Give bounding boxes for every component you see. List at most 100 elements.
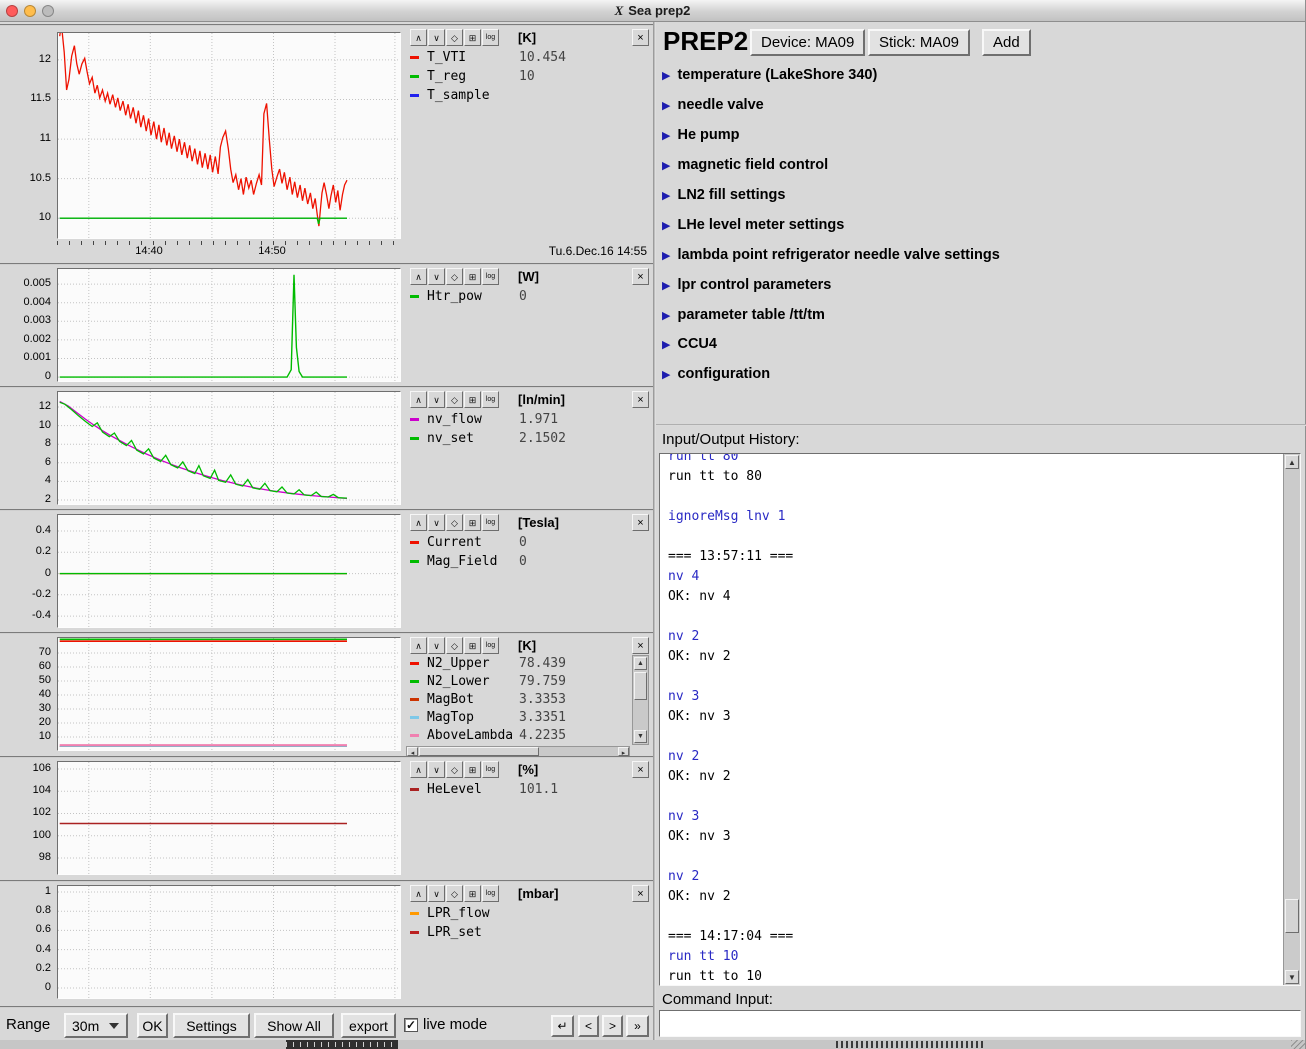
close-chart-button[interactable]: × xyxy=(632,514,649,531)
scroll-up-icon[interactable]: ▲ xyxy=(1285,455,1299,469)
tree-item-lambda-point[interactable]: ▶lambda point refrigerator needle valve … xyxy=(662,243,1000,267)
legend-item[interactable]: Current0 xyxy=(410,533,631,552)
legend-item[interactable]: T_reg10 xyxy=(410,67,631,86)
tree-item-he-pump[interactable]: ▶He pump xyxy=(662,123,740,147)
title-bar[interactable]: XSea prep2 xyxy=(0,0,1305,22)
stick-button[interactable]: Stick: MA09 xyxy=(868,29,970,56)
close-chart-button[interactable]: × xyxy=(632,761,649,778)
tree-item-lpr-control[interactable]: ▶lpr control parameters xyxy=(662,273,831,297)
export-button[interactable]: export xyxy=(341,1013,396,1038)
close-chart-button[interactable]: × xyxy=(632,637,649,654)
legend-item[interactable]: Mag_Field0 xyxy=(410,552,631,571)
legend-item[interactable]: nv_flow1.971 xyxy=(410,410,631,429)
scrollbar-thumb[interactable] xyxy=(419,747,539,756)
tree-item-configuration[interactable]: ▶configuration xyxy=(662,362,770,386)
add-button[interactable]: Add xyxy=(982,29,1031,56)
close-chart-button[interactable]: × xyxy=(632,268,649,285)
log-scale-button[interactable]: log xyxy=(482,885,499,902)
plot-area[interactable] xyxy=(57,885,401,999)
ok-button[interactable]: OK xyxy=(137,1013,168,1038)
pan-up-button[interactable]: ∧ xyxy=(410,268,427,285)
scroll-left-icon[interactable]: ◂ xyxy=(407,747,418,756)
legend-item[interactable]: MagBot3.3353 xyxy=(410,690,627,708)
page-end-button[interactable]: » xyxy=(626,1015,649,1037)
pan-up-button[interactable]: ∧ xyxy=(410,29,427,46)
pan-down-button[interactable]: ∨ xyxy=(428,637,445,654)
zoom-button[interactable]: ◇ xyxy=(446,391,463,408)
zoom-button[interactable]: ◇ xyxy=(446,761,463,778)
tree-item-magnetic-field[interactable]: ▶magnetic field control xyxy=(662,153,828,177)
legend-item[interactable]: LPR_flow xyxy=(410,904,631,923)
zoom-button[interactable]: ◇ xyxy=(446,637,463,654)
history-scrollbar[interactable]: ▲ ▼ xyxy=(1283,454,1300,985)
grid-button[interactable]: ⊞ xyxy=(464,391,481,408)
grid-button[interactable]: ⊞ xyxy=(464,29,481,46)
legend-item[interactable]: Htr_pow0 xyxy=(410,287,631,306)
device-button[interactable]: Device: MA09 xyxy=(750,29,865,56)
pan-up-button[interactable]: ∧ xyxy=(410,761,427,778)
scroll-down-icon[interactable]: ▼ xyxy=(1285,970,1299,984)
scroll-up-icon[interactable]: ▲ xyxy=(634,657,647,670)
jump-to-latest-button[interactable]: ↵ xyxy=(551,1015,574,1037)
legend-item[interactable]: T_sample xyxy=(410,86,631,105)
legend-item[interactable]: T_VTI10.454 xyxy=(410,48,631,67)
pan-up-button[interactable]: ∧ xyxy=(410,637,427,654)
command-input[interactable] xyxy=(659,1010,1301,1037)
resize-grip[interactable] xyxy=(1291,1040,1305,1049)
scrollbar-thumb[interactable] xyxy=(1285,899,1299,933)
plot-area[interactable] xyxy=(57,637,401,751)
pan-down-button[interactable]: ∨ xyxy=(428,391,445,408)
pan-down-button[interactable]: ∨ xyxy=(428,29,445,46)
legend-vertical-scrollbar[interactable]: ▲ ▼ xyxy=(632,655,649,745)
zoom-button[interactable]: ◇ xyxy=(446,268,463,285)
plot-area[interactable] xyxy=(57,268,401,382)
pan-down-button[interactable]: ∨ xyxy=(428,885,445,902)
tree-item-ccu4[interactable]: ▶CCU4 xyxy=(662,332,717,356)
tree-item-ln2-fill[interactable]: ▶LN2 fill settings xyxy=(662,183,785,207)
plot-area[interactable] xyxy=(57,32,401,239)
plot-area[interactable] xyxy=(57,761,401,875)
settings-button[interactable]: Settings xyxy=(173,1013,250,1038)
grid-button[interactable]: ⊞ xyxy=(464,761,481,778)
plot-area[interactable] xyxy=(57,514,401,628)
legend-item[interactable]: LPR_set xyxy=(410,923,631,942)
legend-item[interactable]: N2_Lower79.759 xyxy=(410,672,627,690)
zoom-button[interactable]: ◇ xyxy=(446,885,463,902)
scroll-down-icon[interactable]: ▼ xyxy=(634,730,647,743)
log-scale-button[interactable]: log xyxy=(482,637,499,654)
grid-button[interactable]: ⊞ xyxy=(464,637,481,654)
live-mode-label[interactable]: live mode xyxy=(423,1016,487,1033)
log-scale-button[interactable]: log xyxy=(482,761,499,778)
legend-item[interactable]: HeLevel101.1 xyxy=(410,780,631,799)
legend-item[interactable]: nv_set2.1502 xyxy=(410,429,631,448)
tree-item-lhe-level[interactable]: ▶LHe level meter settings xyxy=(662,213,844,237)
pan-up-button[interactable]: ∧ xyxy=(410,885,427,902)
range-select[interactable]: 30m xyxy=(64,1013,128,1038)
close-chart-button[interactable]: × xyxy=(632,391,649,408)
grid-button[interactable]: ⊞ xyxy=(464,514,481,531)
pan-down-button[interactable]: ∨ xyxy=(428,761,445,778)
log-scale-button[interactable]: log xyxy=(482,514,499,531)
page-left-button[interactable]: < xyxy=(578,1015,599,1037)
tree-item-temperature[interactable]: ▶temperature (LakeShore 340) xyxy=(662,63,877,87)
close-chart-button[interactable]: × xyxy=(632,885,649,902)
live-mode-checkbox[interactable]: ✓ xyxy=(404,1018,418,1032)
log-scale-button[interactable]: log xyxy=(482,29,499,46)
grid-button[interactable]: ⊞ xyxy=(464,268,481,285)
close-chart-button[interactable]: × xyxy=(632,29,649,46)
tree-item-needle-valve[interactable]: ▶needle valve xyxy=(662,93,764,117)
zoom-button[interactable]: ◇ xyxy=(446,29,463,46)
legend-item[interactable]: MagTop3.3351 xyxy=(410,708,627,726)
log-scale-button[interactable]: log xyxy=(482,268,499,285)
legend-item[interactable]: N2_Upper78.439 xyxy=(410,654,627,672)
pan-down-button[interactable]: ∨ xyxy=(428,514,445,531)
io-history-box[interactable]: run tt 80run tt to 80 ignoreMsg lnv 1 ==… xyxy=(659,453,1301,986)
scroll-right-icon[interactable]: ▸ xyxy=(618,747,629,756)
log-scale-button[interactable]: log xyxy=(482,391,499,408)
scrollbar-thumb[interactable] xyxy=(634,672,647,700)
legend-item[interactable]: AboveLambda4.2235 xyxy=(410,726,627,744)
pan-up-button[interactable]: ∧ xyxy=(410,391,427,408)
pan-up-button[interactable]: ∧ xyxy=(410,514,427,531)
plot-area[interactable] xyxy=(57,391,401,505)
show-all-button[interactable]: Show All xyxy=(254,1013,334,1038)
